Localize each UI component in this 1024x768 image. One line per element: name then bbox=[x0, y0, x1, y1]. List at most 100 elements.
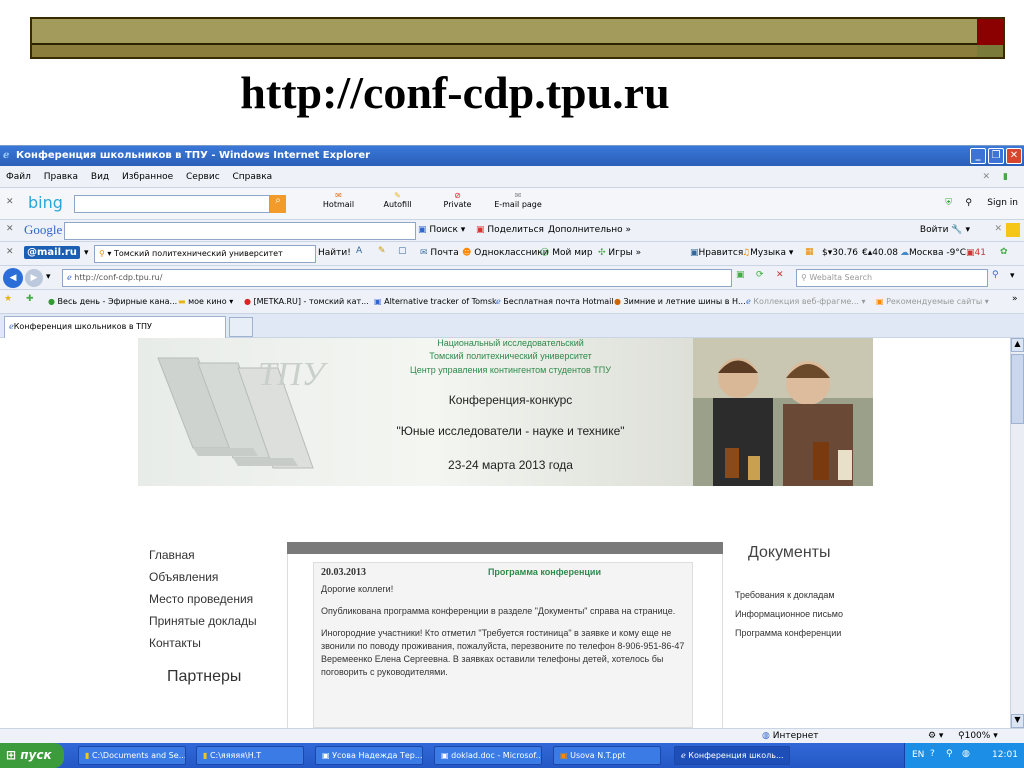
font-icon[interactable]: A bbox=[356, 246, 362, 256]
moimir-link[interactable]: ☺ Мой мир bbox=[540, 248, 593, 258]
scroll-thumb[interactable] bbox=[1011, 354, 1024, 424]
email-page-button[interactable]: ✉ E-mail page bbox=[490, 191, 546, 209]
forward-button[interactable]: ▶ bbox=[25, 269, 43, 287]
post-title[interactable]: Программа конференции bbox=[488, 567, 601, 578]
back-button[interactable]: ◀ bbox=[3, 268, 23, 288]
nav-announcements[interactable]: Объявления bbox=[149, 570, 257, 584]
nav-contacts[interactable]: Контакты bbox=[149, 636, 257, 650]
zoom-level[interactable]: ⚲100% ▾ bbox=[958, 731, 998, 741]
new-tab-button[interactable] bbox=[229, 317, 253, 337]
menu-favorites[interactable]: Избранное bbox=[122, 172, 173, 182]
stop-button[interactable]: ✕ bbox=[776, 270, 784, 280]
history-dropdown-icon[interactable]: ▾ bbox=[46, 272, 51, 282]
task-documents[interactable]: ▮ C:\Documents and Se... bbox=[78, 746, 186, 765]
notifications-count[interactable]: ▣41 bbox=[966, 248, 986, 258]
mailru-find-button[interactable]: Найти! bbox=[318, 248, 351, 258]
nav-accepted-reports[interactable]: Принятые доклады bbox=[149, 614, 257, 628]
scroll-up-button[interactable]: ▲ bbox=[1011, 338, 1024, 352]
menu-help[interactable]: Справка bbox=[233, 172, 273, 182]
usd-rate[interactable]: $▾30.76 bbox=[822, 248, 858, 258]
internet-zone[interactable]: ◍ Интернет bbox=[762, 731, 819, 741]
bing-search-icon[interactable]: ⌕ bbox=[270, 195, 286, 213]
webalta-search-input[interactable]: ⚲ Webalta Search bbox=[796, 269, 988, 287]
fav-item-tracker[interactable]: ▣ Alternative tracker of Tomsk bbox=[374, 297, 497, 306]
calendar-icon[interactable]: ▦ bbox=[805, 247, 814, 257]
nav-venue[interactable]: Место проведения bbox=[149, 592, 257, 606]
google-toolbar: ✕ Google ▣ Поиск ▾ ▣ Поделиться Дополнит… bbox=[0, 220, 1024, 242]
extensions-icon[interactable]: ✿ bbox=[1000, 247, 1008, 257]
hotmail-button[interactable]: ✉ Hotmail bbox=[311, 191, 366, 209]
fav-item-kino[interactable]: ▬ мое кино ▾ bbox=[178, 297, 233, 306]
favorites-star-icon[interactable]: ★ bbox=[4, 294, 12, 304]
clock[interactable]: 12:01 bbox=[992, 750, 1018, 760]
language-indicator[interactable]: EN bbox=[912, 750, 924, 760]
task-folder[interactable]: ▮ C:\яяяяя\Н.Т bbox=[196, 746, 304, 765]
google-login-button[interactable]: Войти 🔧 ▾ bbox=[920, 225, 970, 235]
page-icon[interactable]: ▢ bbox=[398, 246, 407, 256]
doc-info-letter-link[interactable]: Информационное письмо bbox=[735, 609, 843, 619]
menu-tools[interactable]: Сервис bbox=[186, 172, 220, 182]
vertical-scrollbar[interactable]: ▲ ▼ bbox=[1010, 338, 1024, 728]
help-tray-icon[interactable]: ? bbox=[930, 749, 935, 759]
autofill-button[interactable]: ✎ Autofill bbox=[370, 191, 425, 209]
refresh-button[interactable]: ⟳ bbox=[756, 270, 764, 280]
google-more-button[interactable]: Дополнительно » bbox=[548, 225, 631, 235]
scroll-down-button[interactable]: ▼ bbox=[1011, 714, 1024, 728]
google-bar-close-icon[interactable]: ✕ bbox=[994, 224, 1002, 234]
sign-in-link[interactable]: Sign in bbox=[987, 198, 1018, 208]
task-word-1[interactable]: ▣ Усова Надежда Тер... bbox=[315, 746, 423, 765]
search-options-icon[interactable]: ▾ bbox=[1010, 271, 1015, 281]
fav-item-suggested[interactable]: ▣ Рекомендуемые сайты ▾ bbox=[876, 297, 989, 306]
toolbar-close-icon[interactable]: ✕ bbox=[982, 166, 990, 188]
like-link[interactable]: ▣Нравится bbox=[690, 248, 743, 258]
menu-file[interactable]: Файл bbox=[6, 172, 31, 182]
games-link[interactable]: ✣ Игры » bbox=[598, 248, 641, 258]
weather-link[interactable]: ☁Москва -9°C bbox=[900, 248, 966, 258]
address-input[interactable]: ℯ http://conf-cdp.tpu.ru/ bbox=[62, 269, 732, 287]
music-link[interactable]: ♫Музыка ▾ bbox=[742, 248, 793, 258]
favorites-overflow-icon[interactable]: » bbox=[1012, 294, 1018, 304]
highlight-icon[interactable]: ✎ bbox=[378, 246, 386, 256]
task-powerpoint[interactable]: ▣ Usova N.T.ppt bbox=[553, 746, 661, 765]
search-button[interactable]: ⚲ bbox=[992, 270, 999, 280]
nav-home[interactable]: Главная bbox=[149, 548, 257, 562]
private-button[interactable]: ⊘ Private bbox=[430, 191, 485, 209]
settings-icon[interactable]: ⚲ bbox=[965, 198, 972, 208]
webslice-icon: ℯ bbox=[746, 297, 751, 306]
menu-edit[interactable]: Правка bbox=[44, 172, 78, 182]
task-word-2[interactable]: ▣ doklad.doc - Microsof... bbox=[434, 746, 542, 765]
fav-item-hotmail[interactable]: ℯ Бесплатная почта Hotmail bbox=[496, 297, 614, 306]
start-button[interactable]: ⊞ пуск bbox=[0, 743, 64, 768]
google-close-icon[interactable]: ✕ bbox=[6, 224, 14, 234]
tab-conference[interactable]: ℯКонференция школьников в ТПУ bbox=[4, 316, 226, 338]
bing-search-input[interactable] bbox=[74, 195, 270, 213]
shield-icon[interactable]: ⛨ bbox=[945, 198, 952, 208]
eur-rate[interactable]: €▴40.08 bbox=[862, 248, 898, 258]
fav-item-efir[interactable]: ● Весь день - Эфирные кана... bbox=[48, 297, 177, 306]
minimize-button[interactable]: _ bbox=[970, 148, 986, 164]
protected-mode-icon[interactable]: ⚙ ▾ bbox=[928, 731, 943, 741]
close-button[interactable]: ✕ bbox=[1006, 148, 1022, 164]
google-search-button[interactable]: ▣ Поиск ▾ bbox=[418, 225, 465, 235]
maximize-button[interactable]: ❐ bbox=[988, 148, 1004, 164]
mailru-dropdown-icon[interactable]: ▾ bbox=[84, 248, 89, 258]
task-browser[interactable]: ℯ Конференция школь... bbox=[674, 746, 790, 765]
fav-item-tires[interactable]: ● Зимние и летние шины в Н... bbox=[614, 297, 746, 306]
ie-tray-icon[interactable]: ◍ bbox=[962, 749, 970, 759]
odnoklassniki-link[interactable]: ☻ Одноклассники bbox=[462, 248, 549, 258]
google-search-input[interactable] bbox=[64, 222, 416, 240]
mailru-search-input[interactable]: ⚲ ▾ Томский политехнический университет bbox=[94, 245, 316, 263]
fav-item-metka[interactable]: ● [METKA.RU] - томский кат... bbox=[244, 297, 369, 306]
google-pencil-icon[interactable] bbox=[1006, 223, 1020, 237]
add-favorite-icon[interactable]: ✚ bbox=[26, 294, 34, 304]
doc-program-link[interactable]: Программа конференции bbox=[735, 628, 843, 638]
google-share-button[interactable]: ▣ Поделиться bbox=[476, 225, 544, 235]
bing-close-icon[interactable]: ✕ bbox=[6, 197, 14, 207]
menu-view[interactable]: Вид bbox=[91, 172, 109, 182]
fav-item-webslice[interactable]: ℯ Коллекция веб-фрагме... ▾ bbox=[746, 297, 865, 306]
doc-requirements-link[interactable]: Требования к докладам bbox=[735, 590, 843, 600]
compat-view-icon[interactable]: ▣ bbox=[736, 270, 745, 280]
mail-link[interactable]: ✉ Почта bbox=[420, 248, 459, 258]
network-tray-icon[interactable]: ⚲ bbox=[946, 749, 953, 759]
mailru-close-icon[interactable]: ✕ bbox=[6, 247, 14, 257]
